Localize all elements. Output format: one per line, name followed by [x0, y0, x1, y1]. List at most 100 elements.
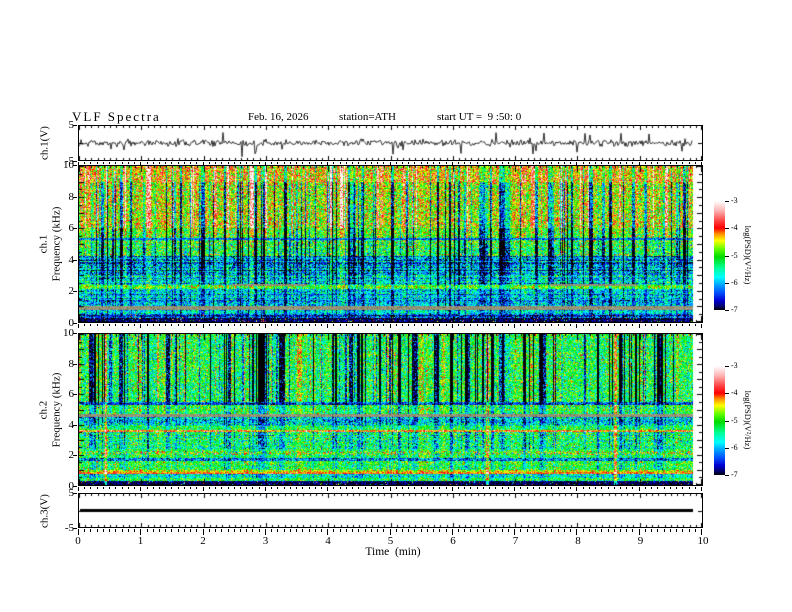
- time-tick-mark: [128, 162, 129, 164]
- time-tick-mark: [620, 529, 621, 532]
- time-tick-mark: [427, 487, 428, 489]
- time-tick-mark: [595, 487, 596, 489]
- time-tick-mark: [277, 162, 278, 164]
- spec1-freq-tick-mark: [73, 260, 77, 261]
- time-tick-mark: [470, 162, 471, 164]
- time-tick-mark: [452, 324, 453, 328]
- time-tick-mark: [408, 324, 409, 326]
- time-tick-mark: [670, 162, 671, 164]
- time-tick-mark: [645, 529, 646, 532]
- time-tick-mark: [252, 162, 253, 164]
- time-tick-mark: [576, 529, 577, 535]
- time-tick-mark: [234, 529, 235, 532]
- time-tick-mark: [128, 324, 129, 326]
- colorbar-1-tick-label--5: -5: [731, 250, 738, 260]
- time-tick-mark: [190, 162, 191, 164]
- colorbar-1-tick-mark: [725, 256, 729, 257]
- time-tick-mark: [527, 324, 528, 326]
- time-tick-mark: [240, 162, 241, 164]
- time-tick-mark: [190, 487, 191, 489]
- ch3-volts-axis-title: ch.3(V): [39, 494, 52, 528]
- time-tick-mark: [396, 162, 397, 164]
- time-tick-mark: [215, 324, 216, 326]
- time-tick-label-4: 4: [325, 535, 331, 547]
- time-tick-mark: [97, 162, 98, 164]
- time-tick-mark: [583, 324, 584, 326]
- time-tick-mark: [134, 324, 135, 326]
- time-tick-mark: [464, 162, 465, 164]
- time-tick-mark: [178, 529, 179, 532]
- time-tick-mark: [358, 487, 359, 489]
- time-tick-mark: [626, 162, 627, 164]
- time-tick-mark: [165, 529, 166, 532]
- time-tick-mark: [284, 162, 285, 164]
- time-tick-mark: [203, 529, 204, 535]
- time-tick-mark: [439, 324, 440, 326]
- time-tick-mark: [464, 324, 465, 326]
- time-tick-mark: [508, 487, 509, 489]
- time-tick-mark: [203, 487, 204, 491]
- time-tick-mark: [470, 529, 471, 532]
- time-tick-mark: [614, 529, 615, 532]
- time-tick-mark: [514, 324, 515, 328]
- time-tick-mark: [632, 324, 633, 326]
- time-tick-mark: [147, 162, 148, 164]
- time-tick-mark: [421, 324, 422, 326]
- time-tick-mark: [140, 324, 141, 328]
- time-tick-mark: [97, 529, 98, 532]
- time-tick-mark: [527, 162, 528, 164]
- time-tick-mark: [657, 162, 658, 164]
- time-tick-mark: [657, 324, 658, 326]
- time-tick-mark: [190, 529, 191, 532]
- time-tick-mark: [327, 324, 328, 328]
- time-tick-mark: [446, 487, 447, 489]
- time-tick-mark: [383, 162, 384, 164]
- time-tick-mark: [84, 529, 85, 532]
- colorbar-1-label: log(PSD)(V²/Hz): [743, 225, 753, 285]
- time-tick-mark: [321, 529, 322, 532]
- time-tick-mark: [290, 529, 291, 532]
- ch2-spectrogram-panel: [78, 333, 703, 486]
- time-tick-mark: [427, 162, 428, 164]
- time-tick-mark: [333, 529, 334, 532]
- time-tick-mark: [115, 162, 116, 164]
- time-tick-mark: [128, 529, 129, 532]
- time-tick-mark: [171, 324, 172, 326]
- time-tick-mark: [576, 487, 577, 491]
- time-tick-mark: [483, 324, 484, 326]
- time-tick-mark: [527, 529, 528, 532]
- time-tick-mark: [689, 529, 690, 532]
- start-ut-label: start UT = 9 :50: 0: [437, 111, 522, 123]
- time-tick-mark: [508, 529, 509, 532]
- time-tick-mark: [290, 324, 291, 326]
- time-tick-mark: [545, 324, 546, 326]
- time-tick-mark: [695, 529, 696, 532]
- time-tick-mark: [259, 529, 260, 532]
- time-tick-mark: [689, 324, 690, 326]
- time-tick-mark: [439, 529, 440, 532]
- time-tick-mark: [458, 324, 459, 326]
- time-tick-mark: [446, 162, 447, 164]
- time-tick-mark: [377, 324, 378, 326]
- time-tick-mark: [259, 487, 260, 489]
- time-tick-mark: [458, 529, 459, 532]
- time-tick-mark: [545, 487, 546, 489]
- time-tick-mark: [520, 529, 521, 532]
- time-tick-mark: [657, 487, 658, 489]
- time-tick-mark: [533, 162, 534, 164]
- time-tick-mark: [90, 324, 91, 326]
- time-tick-mark: [84, 324, 85, 326]
- time-tick-mark: [252, 487, 253, 489]
- time-tick-mark: [190, 324, 191, 326]
- time-axis-title: Time (min): [365, 546, 421, 558]
- time-tick-mark: [171, 162, 172, 164]
- time-tick-mark: [595, 324, 596, 326]
- time-tick-mark: [626, 529, 627, 532]
- time-tick-mark: [433, 487, 434, 489]
- colorbar-2-tick-label--4: -4: [731, 388, 738, 398]
- time-tick-mark: [147, 324, 148, 326]
- time-tick-mark: [159, 487, 160, 489]
- time-tick-mark: [128, 487, 129, 489]
- time-tick-mark: [78, 324, 79, 328]
- time-tick-mark: [570, 324, 571, 326]
